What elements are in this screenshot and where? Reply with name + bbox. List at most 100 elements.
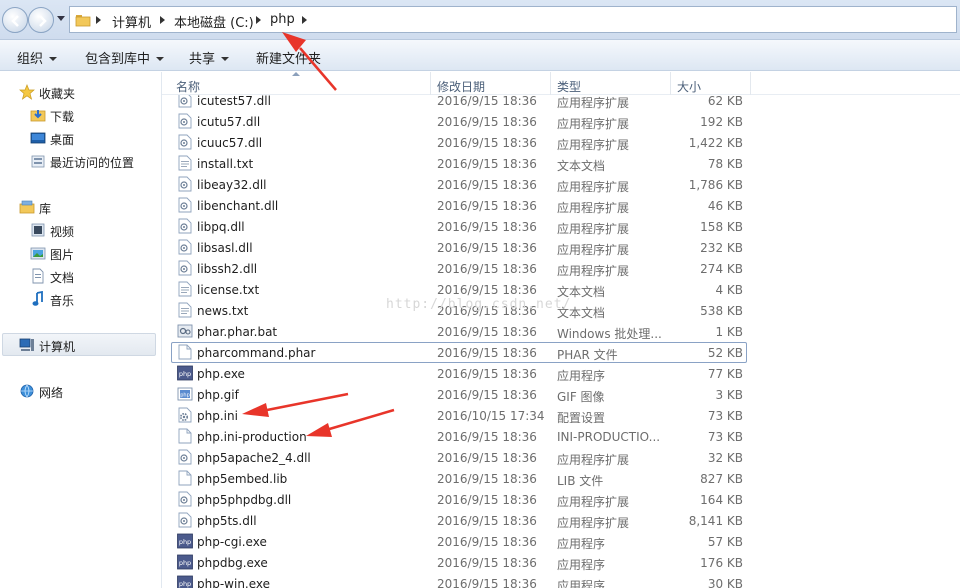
file-name[interactable]: license.txt	[197, 283, 259, 297]
file-name[interactable]: install.txt	[197, 157, 253, 171]
file-name[interactable]: libssh2.dll	[197, 262, 257, 276]
column-divider[interactable]	[430, 72, 431, 95]
file-name[interactable]: icuuc57.dll	[197, 136, 262, 150]
breadcrumb-separator[interactable]	[302, 16, 307, 24]
blank-file-icon	[177, 344, 193, 360]
image-file-icon: php	[177, 386, 193, 402]
file-row[interactable]: php.ini 2016/10/15 17:34 配置设置 73 KB	[162, 405, 960, 426]
file-size: 46 KB	[707, 199, 743, 213]
file-date: 2016/9/15 18:36	[437, 535, 537, 549]
breadcrumb-separator[interactable]	[96, 16, 101, 24]
file-name[interactable]: news.txt	[197, 304, 248, 318]
organize-button[interactable]: 组织	[17, 48, 58, 67]
file-row[interactable]: libenchant.dll 2016/9/15 18:36 应用程序扩展 46 KB	[162, 195, 960, 216]
recent-pages-dropdown[interactable]	[57, 16, 65, 21]
column-divider[interactable]	[550, 72, 551, 95]
sort-ascending-icon	[292, 72, 300, 76]
php-exe-icon: php	[177, 575, 193, 588]
file-name[interactable]: icutu57.dll	[197, 115, 260, 129]
file-row[interactable]: php php-win.exe 2016/9/15 18:36 应用程序 30 KB	[162, 573, 960, 588]
breadcrumb-php[interactable]: php	[270, 12, 295, 27]
file-date: 2016/9/15 18:36	[437, 136, 537, 150]
breadcrumb-separator[interactable]	[256, 16, 261, 24]
nav-recent-places-label: 最近访问的位置	[50, 156, 135, 170]
forward-button[interactable]	[28, 7, 54, 33]
file-row[interactable]: php php.exe 2016/9/15 18:36 应用程序 77 KB	[162, 363, 960, 384]
file-size: 176 KB	[700, 556, 743, 570]
file-name[interactable]: php5apache2_4.dll	[197, 451, 311, 465]
column-header-size[interactable]: 大小	[677, 78, 701, 95]
chevron-down-icon	[49, 57, 58, 61]
file-name[interactable]: icutest57.dll	[197, 94, 271, 108]
column-header-name[interactable]: 名称	[176, 78, 200, 95]
file-row[interactable]: php phpdbg.exe 2016/9/15 18:36 应用程序 176 KB	[162, 552, 960, 573]
file-name[interactable]: php-win.exe	[197, 577, 270, 588]
file-row[interactable]: libpq.dll 2016/9/15 18:36 应用程序扩展 158 KB	[162, 216, 960, 237]
file-row[interactable]: install.txt 2016/9/15 18:36 文本文档 78 KB	[162, 153, 960, 174]
file-name[interactable]: php5phpdbg.dll	[197, 493, 291, 507]
file-row[interactable]: phar.phar.bat 2016/9/15 18:36 Windows 批处理.…	[162, 321, 960, 342]
file-name[interactable]: pharcommand.phar	[197, 346, 315, 360]
file-name[interactable]: php.ini-production	[197, 430, 307, 444]
column-divider[interactable]	[670, 72, 671, 95]
file-size: 78 KB	[707, 157, 743, 171]
back-button[interactable]	[2, 7, 28, 33]
include-in-library-button[interactable]: 包含到库中	[85, 48, 165, 67]
file-row[interactable]: libsasl.dll 2016/9/15 18:36 应用程序扩展 232 KB	[162, 237, 960, 258]
file-name[interactable]: libeay32.dll	[197, 178, 267, 192]
column-header-date[interactable]: 修改日期	[437, 78, 485, 95]
file-row[interactable]: php php.gif 2016/9/15 18:36 GIF 图像 3 KB	[162, 384, 960, 405]
file-date: 2016/9/15 18:36	[437, 577, 537, 588]
file-size: 538 KB	[700, 304, 743, 318]
file-date: 2016/9/15 18:36	[437, 262, 537, 276]
file-row[interactable]: libssh2.dll 2016/9/15 18:36 应用程序扩展 274 KB	[162, 258, 960, 279]
file-name[interactable]: php.exe	[197, 367, 245, 381]
file-name[interactable]: php5ts.dll	[197, 514, 257, 528]
file-name[interactable]: phpdbg.exe	[197, 556, 268, 570]
file-name[interactable]: libenchant.dll	[197, 199, 278, 213]
picture-icon	[30, 247, 46, 260]
file-row[interactable]: icutu57.dll 2016/9/15 18:36 应用程序扩展 192 KB	[162, 111, 960, 132]
file-date: 2016/9/15 18:36	[437, 220, 537, 234]
breadcrumb-computer[interactable]: 计算机	[112, 12, 151, 31]
file-size: 77 KB	[707, 367, 743, 381]
file-row[interactable]: php5apache2_4.dll 2016/9/15 18:36 应用程序扩展 32…	[162, 447, 960, 468]
new-folder-button[interactable]: 新建文件夹	[256, 48, 321, 67]
dll-icon	[177, 113, 193, 129]
file-row[interactable]: php5ts.dll 2016/9/15 18:36 应用程序扩展 8,141 KB	[162, 510, 960, 531]
nav-pictures-label: 图片	[50, 248, 75, 262]
column-header-type[interactable]: 类型	[557, 78, 581, 95]
file-row[interactable]: php.ini-production 2016/9/15 18:36 INI-PRO…	[162, 426, 960, 447]
column-divider[interactable]	[750, 72, 751, 95]
file-row[interactable]: php5phpdbg.dll 2016/9/15 18:36 应用程序扩展 164 K…	[162, 489, 960, 510]
file-row[interactable]: pharcommand.phar 2016/9/15 18:36 PHAR 文件 52…	[162, 342, 960, 363]
file-size: 52 KB	[707, 346, 743, 360]
file-date: 2016/9/15 18:36	[437, 493, 537, 507]
file-date: 2016/9/15 18:36	[437, 556, 537, 570]
file-type: 应用程序	[557, 558, 606, 572]
nav-libraries-label: 库	[39, 202, 52, 216]
nav-downloads-label: 下载	[50, 110, 75, 124]
file-name[interactable]: phar.phar.bat	[197, 325, 277, 339]
breadcrumb-separator[interactable]	[160, 16, 165, 24]
library-icon	[19, 200, 35, 214]
file-name[interactable]: php-cgi.exe	[197, 535, 267, 549]
file-row[interactable]: php5embed.lib 2016/9/15 18:36 LIB 文件 827 KB	[162, 468, 960, 489]
address-box[interactable]: 计算机 本地磁盘 (C:) php	[69, 6, 957, 33]
file-name[interactable]: php5embed.lib	[197, 472, 287, 486]
file-type: 配置设置	[557, 411, 606, 425]
file-row[interactable]: libeay32.dll 2016/9/15 18:36 应用程序扩展 1,786 K…	[162, 174, 960, 195]
file-name[interactable]: libpq.dll	[197, 220, 245, 234]
file-type: 文本文档	[557, 159, 606, 173]
breadcrumb-local-disk[interactable]: 本地磁盘 (C:)	[174, 12, 254, 31]
file-row[interactable]: icuuc57.dll 2016/9/15 18:36 应用程序扩展 1,422 KB	[162, 132, 960, 153]
file-size: 274 KB	[700, 262, 743, 276]
share-button[interactable]: 共享	[189, 48, 230, 67]
file-type: 应用程序扩展	[557, 453, 630, 467]
file-name[interactable]: php.gif	[197, 388, 239, 402]
file-row[interactable]: php php-cgi.exe 2016/9/15 18:36 应用程序 57 KB	[162, 531, 960, 552]
file-name[interactable]: php.ini	[197, 409, 238, 423]
file-date: 2016/9/15 18:36	[437, 367, 537, 381]
file-name[interactable]: libsasl.dll	[197, 241, 253, 255]
config-file-icon	[177, 407, 193, 423]
